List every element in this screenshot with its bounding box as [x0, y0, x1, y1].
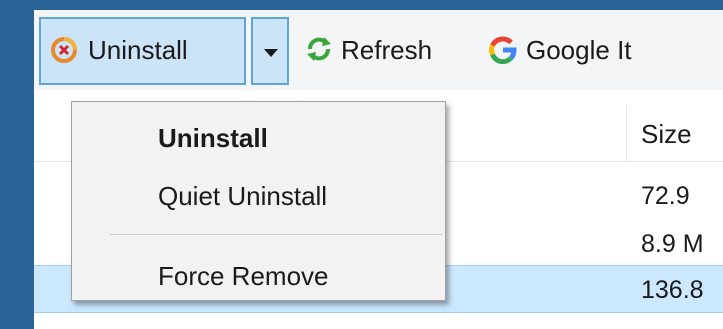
- row-size: 8.9 M: [641, 230, 704, 258]
- chevron-down-icon: [264, 49, 278, 57]
- uninstall-icon: [51, 37, 77, 63]
- menu-item-label: Uninstall: [158, 123, 268, 153]
- menu-item-quiet-uninstall[interactable]: Quiet Uninstall: [72, 168, 445, 224]
- menu-item-uninstall[interactable]: Uninstall: [72, 110, 445, 166]
- menu-item-label: Force Remove: [158, 261, 329, 291]
- menu-item-force-remove[interactable]: Force Remove: [72, 248, 445, 304]
- uninstall-button-label: Uninstall: [88, 35, 188, 65]
- google-icon[interactable]: [487, 34, 519, 66]
- uninstall-dropdown-toggle[interactable]: [251, 17, 289, 85]
- row-size: 72.9: [641, 182, 690, 210]
- app-window: Uninstall Refresh Google It Size 72.9 8.…: [34, 10, 723, 329]
- row-size: 136.8: [641, 276, 704, 304]
- column-header-size[interactable]: Size: [641, 119, 692, 149]
- column-divider[interactable]: [626, 105, 627, 161]
- menu-separator: [110, 234, 442, 235]
- refresh-button[interactable]: Refresh: [341, 35, 432, 65]
- uninstall-dropdown-menu: Uninstall Quiet Uninstall Force Remove: [71, 101, 446, 301]
- toolbar: Uninstall Refresh Google It: [34, 10, 723, 90]
- menu-item-label: Quiet Uninstall: [158, 181, 328, 211]
- google-it-button[interactable]: Google It: [526, 35, 632, 65]
- refresh-icon[interactable]: [304, 34, 334, 64]
